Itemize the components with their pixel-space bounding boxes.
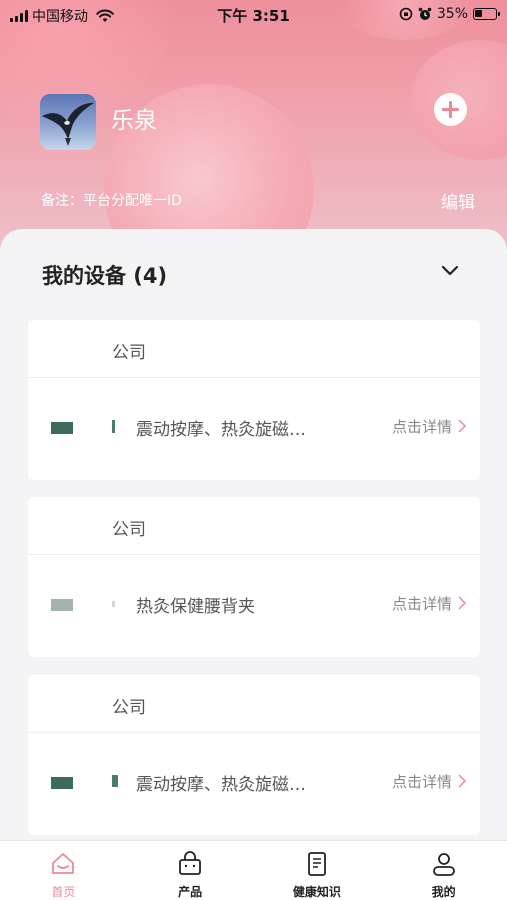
profile-header: 中国移动 下午 3:51 35% 乐泉 备注：平台分配唯一ID 编辑 xyxy=(0,0,507,260)
tab-home[interactable]: 首页 xyxy=(0,841,127,900)
tab-label: 健康知识 xyxy=(292,885,341,899)
device-detail-link[interactable]: 点击详情 xyxy=(392,771,452,792)
tab-health-knowledge[interactable]: 健康知识 xyxy=(254,841,381,900)
tab-label: 我的 xyxy=(431,885,456,899)
device-detail-link[interactable]: 点击详情 xyxy=(392,593,452,614)
book-icon xyxy=(307,852,326,876)
devices-title: 我的设备 (4) xyxy=(42,264,168,288)
device-status-mark xyxy=(112,601,115,607)
device-group-label: 公司 xyxy=(112,698,146,718)
battery-icon xyxy=(473,8,500,20)
home-icon xyxy=(52,853,75,874)
device-detail-link[interactable]: 点击详情 xyxy=(392,416,452,437)
tab-label: 产品 xyxy=(178,885,203,899)
device-card[interactable]: 公司 震动按摩、热灸旋磁… 点击详情 xyxy=(28,675,480,835)
device-name: 震动按摩、热灸旋磁… xyxy=(136,775,306,795)
tab-mine[interactable]: 我的 xyxy=(380,841,507,900)
eagle-avatar-image xyxy=(42,102,94,146)
tab-products[interactable]: 产品 xyxy=(127,841,254,900)
device-panel: 我的设备 (4) 公司 震动按摩、热灸旋磁… 点击详情 公司 热灸保健腰背夹 点… xyxy=(0,229,507,849)
avatar[interactable] xyxy=(40,94,96,150)
chevron-right-icon xyxy=(458,419,466,433)
chevron-right-icon xyxy=(458,596,466,610)
device-status-mark xyxy=(112,420,115,433)
device-group-label: 公司 xyxy=(112,520,146,540)
orientation-lock-icon xyxy=(399,7,413,21)
device-card[interactable]: 公司 震动按摩、热灸旋磁… 点击详情 xyxy=(28,320,480,480)
battery-percent: 35% xyxy=(436,6,468,22)
device-name: 热灸保健腰背夹 xyxy=(136,597,255,617)
device-card[interactable]: 公司 热灸保健腰背夹 点击详情 xyxy=(28,497,480,657)
chevron-down-icon[interactable] xyxy=(441,265,459,277)
device-group-label: 公司 xyxy=(112,343,146,363)
bottom-tab-bar: 首页 产品 健康知识 我的 xyxy=(0,840,507,900)
chevron-right-icon xyxy=(458,774,466,788)
device-status-mark xyxy=(112,775,118,787)
username: 乐泉 xyxy=(111,108,157,134)
add-device-button[interactable] xyxy=(434,93,467,126)
device-thumbnail xyxy=(51,422,73,434)
alarm-icon xyxy=(418,7,432,20)
tab-label: 首页 xyxy=(51,885,76,899)
device-thumbnail xyxy=(51,599,73,611)
user-icon xyxy=(432,853,455,876)
remark-text: 备注：平台分配唯一ID xyxy=(41,193,182,209)
status-bar: 中国移动 下午 3:51 35% xyxy=(0,0,507,30)
bag-icon xyxy=(179,851,202,875)
device-thumbnail xyxy=(51,777,73,789)
edit-button[interactable]: 编辑 xyxy=(441,188,475,213)
device-name: 震动按摩、热灸旋磁… xyxy=(136,420,306,440)
